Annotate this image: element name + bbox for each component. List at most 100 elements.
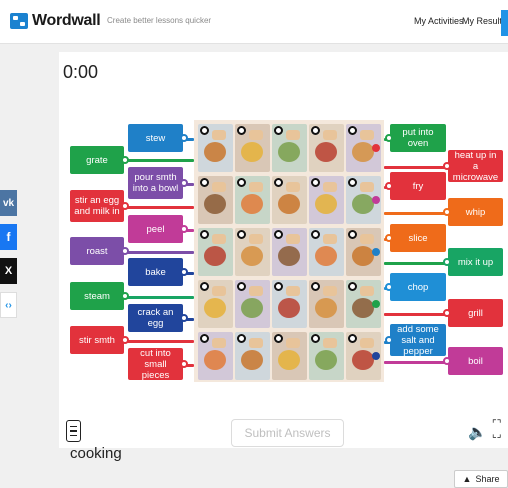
connector-dot[interactable] [311, 126, 320, 135]
picture-tile[interactable] [272, 176, 307, 224]
connector-dot[interactable] [180, 314, 188, 322]
vk-share-button[interactable]: vk [0, 190, 17, 216]
connector-dot[interactable] [200, 178, 209, 187]
picture-tile[interactable] [309, 280, 344, 328]
picture-tile[interactable] [235, 124, 270, 172]
label-stir-egg-milk[interactable]: stir an egg and milk in [70, 190, 129, 222]
connector-dot[interactable] [385, 134, 393, 142]
connector-dot[interactable] [311, 334, 320, 343]
connector-dot[interactable] [180, 179, 188, 187]
picture-tile[interactable] [272, 228, 307, 276]
connector-dot[interactable] [443, 357, 451, 365]
picture-tile[interactable] [198, 280, 233, 328]
connector-dot[interactable] [121, 202, 129, 210]
picture-tile[interactable] [198, 228, 233, 276]
label-cut-small-pieces[interactable]: cut into small pieces [128, 348, 188, 381]
connector-dot[interactable] [200, 334, 209, 343]
label-peel[interactable]: peel [128, 215, 188, 243]
picture-tile[interactable] [309, 176, 344, 224]
connector-dot[interactable] [121, 336, 129, 344]
picture-tile[interactable] [272, 280, 307, 328]
connector-dot[interactable] [443, 208, 451, 216]
connector-dot[interactable] [237, 334, 246, 343]
connector-dot[interactable] [237, 126, 246, 135]
picture-tile[interactable] [346, 176, 381, 224]
connector-dot[interactable] [200, 230, 209, 239]
picture-tile[interactable] [309, 332, 344, 380]
connector-dot[interactable] [372, 144, 380, 152]
connector-dot[interactable] [372, 196, 380, 204]
embed-share-button[interactable]: ‹› [0, 292, 17, 318]
label-slice[interactable]: slice [385, 224, 446, 252]
share-button[interactable]: ▲ Share [454, 470, 508, 488]
connector-dot[interactable] [385, 234, 393, 242]
picture-tile[interactable] [235, 176, 270, 224]
wordwall-logo[interactable]: Wordwall [10, 12, 101, 30]
label-put-into-oven[interactable]: put into oven [385, 124, 446, 152]
connector-dot[interactable] [443, 162, 451, 170]
submit-answers-button[interactable]: Submit Answers [231, 419, 344, 447]
connector-dot[interactable] [237, 178, 246, 187]
connector-dot[interactable] [180, 360, 188, 368]
label-boil[interactable]: boil [443, 347, 503, 375]
connector-dot[interactable] [180, 225, 188, 233]
label-crack-egg[interactable]: crack an egg [128, 304, 188, 332]
label-fry[interactable]: fry [385, 172, 446, 200]
picture-tile[interactable] [198, 176, 233, 224]
picture-tile[interactable] [309, 124, 344, 172]
connector-dot[interactable] [311, 282, 320, 291]
connector-dot[interactable] [385, 283, 393, 291]
connector-dot[interactable] [274, 282, 283, 291]
connector-dot[interactable] [200, 282, 209, 291]
x-share-button[interactable]: X [0, 258, 17, 284]
picture-tile[interactable] [272, 124, 307, 172]
label-mix-it-up[interactable]: mix it up [443, 248, 503, 276]
connector-dot[interactable] [311, 230, 320, 239]
connector-dot[interactable] [348, 178, 357, 187]
connector-dot[interactable] [121, 247, 129, 255]
picture-tile[interactable] [346, 332, 381, 380]
picture-tile[interactable] [198, 124, 233, 172]
connector-dot[interactable] [385, 336, 393, 344]
nav-accent-button[interactable] [501, 10, 508, 36]
connector-dot[interactable] [237, 230, 246, 239]
sound-icon[interactable]: 🔈 [468, 423, 487, 441]
label-stew[interactable]: stew [128, 124, 188, 152]
label-bake[interactable]: bake [128, 258, 188, 286]
connector-dot[interactable] [372, 300, 380, 308]
connector-dot[interactable] [348, 282, 357, 291]
connector-dot[interactable] [348, 230, 357, 239]
label-grate[interactable]: grate [70, 146, 129, 174]
nav-my-results[interactable]: My Results [462, 16, 507, 26]
label-add-salt-pepper[interactable]: add some salt and pepper [385, 324, 446, 357]
label-chop[interactable]: chop [385, 273, 446, 301]
nav-my-activities[interactable]: My Activities [414, 16, 464, 26]
picture-tile[interactable] [235, 228, 270, 276]
connector-dot[interactable] [443, 309, 451, 317]
facebook-share-button[interactable]: f [0, 224, 17, 250]
connector-dot[interactable] [348, 126, 357, 135]
picture-tile[interactable] [198, 332, 233, 380]
connector-dot[interactable] [121, 292, 129, 300]
label-stir-smth[interactable]: stir smth [70, 326, 129, 354]
picture-tile[interactable] [309, 228, 344, 276]
connector-dot[interactable] [348, 334, 357, 343]
connector-dot[interactable] [237, 282, 246, 291]
label-grill[interactable]: grill [443, 299, 503, 327]
picture-tile[interactable] [346, 124, 381, 172]
connector-dot[interactable] [385, 182, 393, 190]
label-roast[interactable]: roast [70, 237, 129, 265]
label-heat-microwave[interactable]: heat up in a microwave [443, 150, 503, 183]
label-whip[interactable]: whip [443, 198, 503, 226]
picture-tile[interactable] [235, 332, 270, 380]
picture-tile[interactable] [235, 280, 270, 328]
label-steam[interactable]: steam [70, 282, 129, 310]
connector-dot[interactable] [311, 178, 320, 187]
connector-dot[interactable] [274, 126, 283, 135]
picture-tile[interactable] [272, 332, 307, 380]
connector-dot[interactable] [443, 258, 451, 266]
connector-dot[interactable] [200, 126, 209, 135]
connector-dot[interactable] [372, 248, 380, 256]
menu-icon[interactable] [66, 420, 81, 442]
connector-dot[interactable] [274, 230, 283, 239]
